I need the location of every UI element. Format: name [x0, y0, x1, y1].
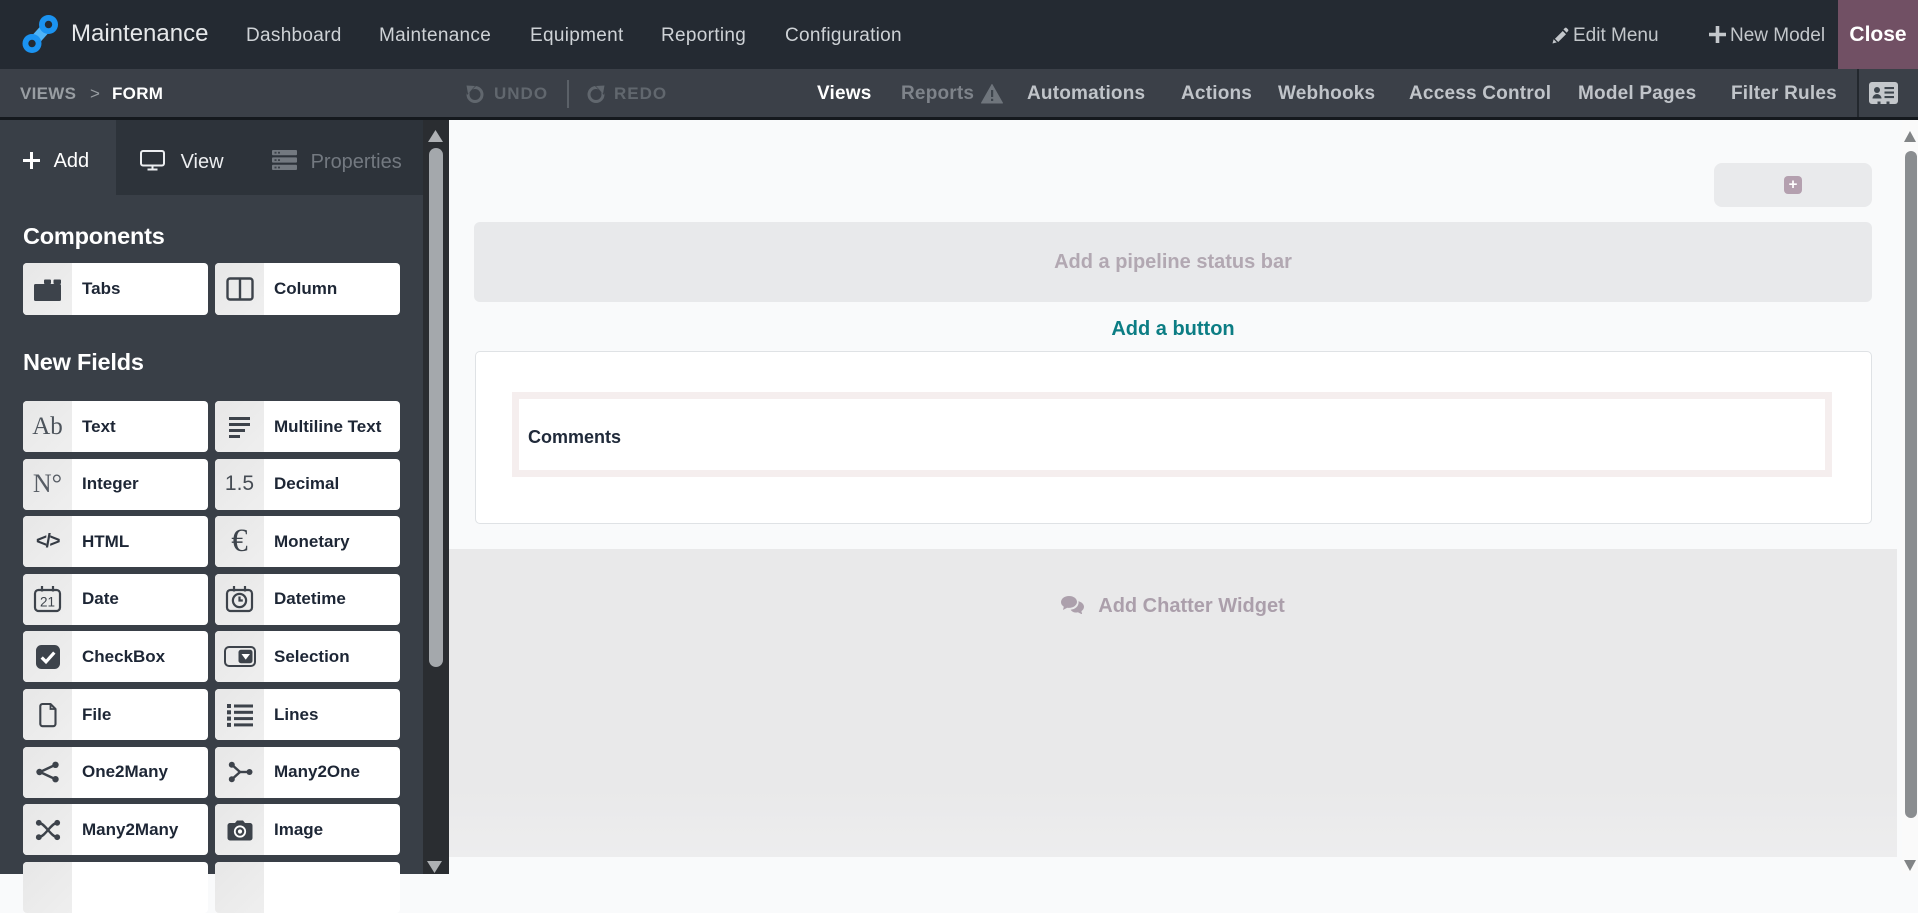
- svg-text:21: 21: [40, 595, 55, 610]
